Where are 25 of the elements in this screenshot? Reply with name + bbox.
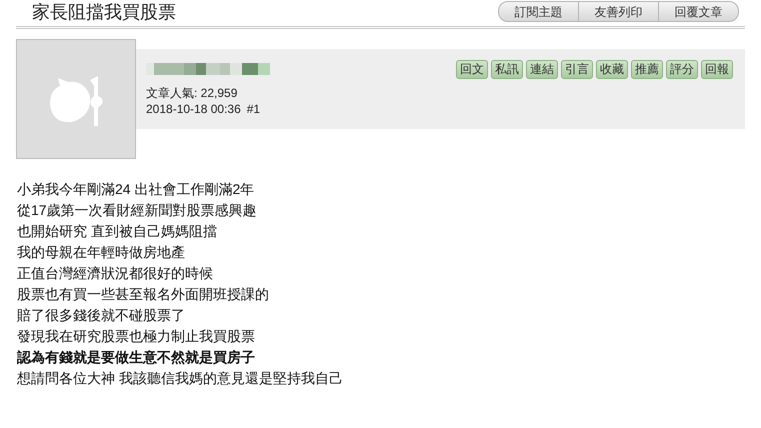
page-title: 家長阻擋我買股票 xyxy=(32,1,176,23)
post-text-line: 從17歲第一次看財經新聞對股票感興趣 xyxy=(17,201,258,220)
post-text-line: 發現我在研究股票也極力制止我買股票 xyxy=(17,327,256,346)
action-button[interactable]: 私訊 xyxy=(491,60,523,79)
post-text-line: 也開始研究 直到被自己媽媽阻擋 xyxy=(17,222,218,241)
action-button[interactable]: 評分 xyxy=(666,60,698,79)
action-button[interactable]: 回報 xyxy=(701,60,733,79)
post-text-line: 小弟我今年剛滿24 出社會工作剛滿2年 xyxy=(17,180,256,199)
post-date: 2018-10-18 00:36 xyxy=(146,101,241,117)
action-button[interactable]: 引言 xyxy=(561,60,593,79)
action-button[interactable]: 回文 xyxy=(456,60,488,79)
toolbar-button[interactable]: 訂閱主題 xyxy=(498,1,579,22)
floor-number: #1 xyxy=(246,101,260,117)
post-text-line: 我的母親在年輕時做房地產 xyxy=(17,243,186,262)
post-text-line: 正值台灣經濟狀況都很好的時候 xyxy=(17,264,214,283)
action-button[interactable]: 連結 xyxy=(526,60,558,79)
toolbar-button[interactable]: 友善列印 xyxy=(578,1,659,22)
post-text-line: 股票也有買一些甚至報名外面開班授課的 xyxy=(17,285,270,304)
toolbar-button[interactable]: 回覆文章 xyxy=(658,1,739,22)
post-text-line: 想請問各位大神 我該聽信我媽的意見還是堅持我自己 xyxy=(17,369,344,388)
action-button[interactable]: 推薦 xyxy=(631,60,663,79)
action-button[interactable]: 收藏 xyxy=(596,60,628,79)
post-text-line: 賠了很多錢後就不碰股票了 xyxy=(17,306,186,325)
popularity-count: 文章人氣: 22,959 xyxy=(146,85,238,101)
post-text-line: 認為有錢就是要做生意不然就是買房子 xyxy=(17,348,256,367)
